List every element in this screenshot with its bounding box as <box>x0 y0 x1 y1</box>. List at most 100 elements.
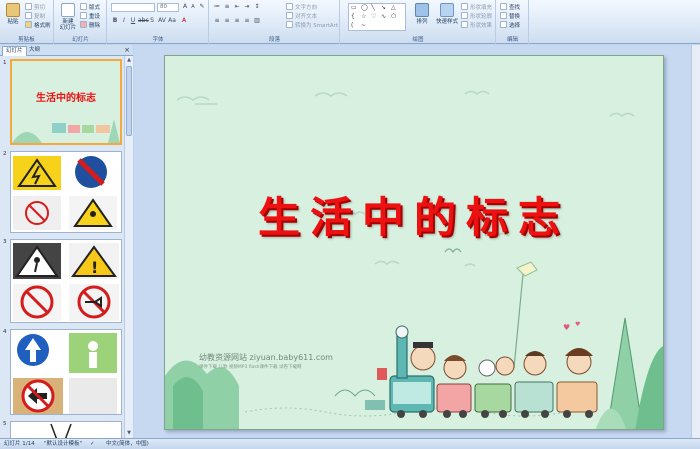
grow-font-icon[interactable]: A <box>181 3 189 11</box>
triangle-icon[interactable]: △ <box>391 4 396 11</box>
smartart-icon <box>286 21 293 28</box>
smartart-button[interactable]: 转换为 SmartArt <box>286 20 338 29</box>
pentagon-icon[interactable]: ⬠ <box>391 13 396 20</box>
wave-icon[interactable]: ~ <box>361 22 366 29</box>
arrange-button[interactable]: 排列 <box>411 2 433 32</box>
panel-tabs: 幻灯片 大纲 × <box>0 45 133 56</box>
align-text-button[interactable]: 对齐文本 <box>286 11 317 20</box>
thumbnail-train-illustration <box>12 119 120 143</box>
slide-thumbnail-3[interactable]: ! <box>10 239 122 323</box>
editor-scrollbar[interactable] <box>691 45 700 438</box>
align-center-icon[interactable]: ≡ <box>223 17 231 25</box>
slide-thumbnail-1[interactable]: 生活中的标志 <box>10 59 122 145</box>
justify-icon[interactable]: ≡ <box>243 17 251 25</box>
shape-fill-button[interactable]: 形状填充 <box>461 2 492 11</box>
align-left-icon[interactable]: ≡ <box>213 17 221 25</box>
shape-outline-button[interactable]: 形状轮廓 <box>461 11 492 20</box>
strikethrough-icon[interactable]: abc <box>138 17 149 25</box>
new-slide-button[interactable]: 新建 幻灯片 <box>57 2 79 32</box>
scissors-icon <box>25 3 32 10</box>
slide-thumbnail-4[interactable] <box>10 329 122 415</box>
font-group: 80 A A ✎ B I U abc S AV Aa A 字体 <box>108 0 209 44</box>
svg-text:♥: ♥ <box>563 323 570 332</box>
slide-title[interactable]: 生活中的标志 <box>165 184 663 245</box>
format-painter-button[interactable]: 格式刷 <box>25 20 51 29</box>
scrollbar-thumb[interactable] <box>126 66 132 136</box>
replace-icon <box>500 12 507 19</box>
oval-icon[interactable]: ◯ <box>361 4 368 11</box>
shape-effects-button[interactable]: 形状效果 <box>461 20 492 29</box>
shadow-icon[interactable]: S <box>148 17 156 25</box>
layout-icon <box>80 3 87 10</box>
line-icon[interactable]: ╲ <box>371 4 375 11</box>
align-right-icon[interactable]: ≡ <box>233 17 241 25</box>
status-bar: 幻灯片 1/14 "默认设计模板" ✓ 中文(简体，中国) <box>0 438 700 449</box>
quick-styles-button[interactable]: 快速样式 <box>434 2 460 32</box>
close-icon[interactable]: × <box>124 46 130 54</box>
slide-number: 1 <box>3 60 7 66</box>
columns-icon[interactable]: ▥ <box>253 17 261 25</box>
clear-format-icon[interactable]: ✎ <box>198 3 206 11</box>
language-indicator[interactable]: 中文(简体，中国) <box>106 439 149 449</box>
thumbnail-signs <box>13 333 117 414</box>
thumbnail-signs: ! <box>13 243 119 321</box>
bold-icon[interactable]: B <box>111 17 119 25</box>
drawing-group: ▭ ◯ ╲ ↘ △ { ☆ ♡ ∿ ⬠ ( ~ 排列 快速样式 形状填充 形状轮… <box>341 0 496 44</box>
scroll-up-icon[interactable]: ▲ <box>126 57 132 64</box>
underline-icon[interactable]: U <box>129 17 137 25</box>
thumbnail-drawing <box>50 423 72 438</box>
slide-thumbnail-2[interactable] <box>10 151 122 233</box>
bracket-icon[interactable]: ( <box>351 22 353 29</box>
pen-icon <box>461 12 468 19</box>
reset-icon <box>80 12 87 19</box>
new-slide-icon <box>61 3 75 17</box>
numbering-icon[interactable]: ≡ <box>223 3 231 11</box>
tab-outline[interactable]: 大纲 <box>26 46 43 56</box>
thumbnail-signs <box>13 156 117 230</box>
arrow-icon[interactable]: ↘ <box>381 4 386 11</box>
font-color-icon[interactable]: A <box>180 17 188 25</box>
delete-slide-button[interactable]: 删除 <box>80 20 100 29</box>
shapes-gallery[interactable]: ▭ ◯ ╲ ↘ △ { ☆ ♡ ∿ ⬠ ( ~ <box>348 3 406 31</box>
heart-icon[interactable]: ♡ <box>371 13 376 20</box>
spacing-icon[interactable]: AV <box>158 17 166 25</box>
copy-button[interactable]: 复制 <box>25 11 45 20</box>
increase-indent-icon[interactable]: ⇥ <box>243 3 251 11</box>
slide-number: 3 <box>3 239 7 245</box>
theme-name[interactable]: "默认设计模板" <box>44 439 82 449</box>
star-icon[interactable]: ☆ <box>361 13 366 20</box>
watermark-text: 幼教资源网站 ziyuan.baby611.com <box>199 353 333 362</box>
decrease-indent-icon[interactable]: ⇤ <box>233 3 241 11</box>
brace-icon[interactable]: { <box>351 13 355 20</box>
shrink-font-icon[interactable]: A <box>189 3 197 11</box>
reset-button[interactable]: 重设 <box>80 11 100 20</box>
tab-slides[interactable]: 幻灯片 <box>2 46 27 56</box>
slide-thumbnail-5[interactable] <box>10 421 122 438</box>
scroll-down-icon[interactable]: ▼ <box>126 430 132 437</box>
paste-button[interactable]: 粘贴 <box>2 2 24 32</box>
cursor-icon <box>500 21 507 28</box>
text-direction-button[interactable]: 文字方向 <box>286 2 317 11</box>
thumbnail-scrollbar[interactable]: ▲ ▼ <box>124 56 133 438</box>
replace-button[interactable]: 替换 <box>500 11 520 20</box>
effects-icon <box>461 21 468 28</box>
watermark-subtext: 课件下载 儿歌 视频MP3 flash课件下载 试卷下载网 <box>199 365 302 370</box>
case-icon[interactable]: Aa <box>168 17 176 25</box>
curve-icon[interactable]: ∿ <box>381 13 386 20</box>
slide-counter: 幻灯片 1/14 <box>4 441 35 447</box>
rectangle-icon[interactable]: ▭ <box>351 4 357 11</box>
current-slide[interactable]: ♥ ♥ 生活中的标志 幼教资源网站 ziyuan.baby611.com 课件下… <box>164 55 664 430</box>
font-name-combo[interactable] <box>111 3 155 12</box>
bullets-icon[interactable]: ≔ <box>213 3 221 11</box>
font-size-combo[interactable]: 80 <box>157 3 179 12</box>
select-button[interactable]: 选择 <box>500 20 520 29</box>
slide-number: 2 <box>3 151 7 157</box>
spellcheck-icon[interactable]: ✓ <box>90 439 95 449</box>
layout-button[interactable]: 版式 <box>80 2 100 11</box>
thumbnail-title: 生活中的标志 <box>36 93 96 104</box>
italic-icon[interactable]: I <box>120 17 128 25</box>
cut-button[interactable]: 剪切 <box>25 2 45 11</box>
find-button[interactable]: 查找 <box>500 2 520 11</box>
slide-editor: ♥ ♥ 生活中的标志 幼教资源网站 ziyuan.baby611.com 课件下… <box>134 45 700 438</box>
line-spacing-icon[interactable]: ↕ <box>253 3 261 11</box>
